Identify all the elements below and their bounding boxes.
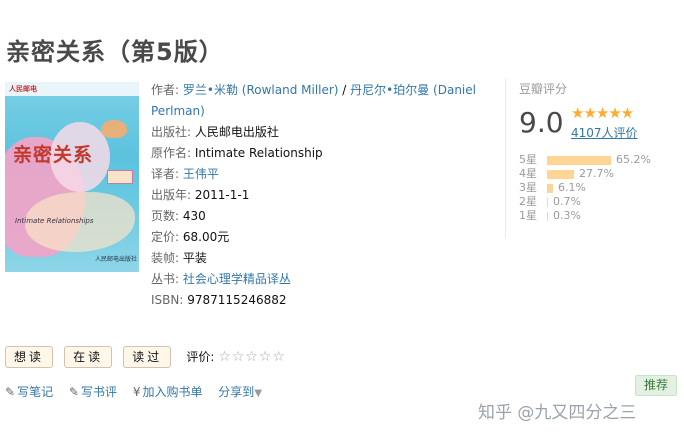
- rating-bar-4: [547, 169, 574, 179]
- translator-link[interactable]: 王伟平: [183, 167, 219, 181]
- author-link-2[interactable]: 丹尼尔•珀尔曼 (Daniel: [350, 83, 476, 97]
- price-row: 定价: 68.00元: [151, 230, 230, 244]
- rating-row-3: 3星 6.1%: [519, 181, 586, 194]
- rating-row-2: 2星 0.7%: [519, 195, 581, 208]
- rating-bar-2: [547, 197, 548, 207]
- write-note-link[interactable]: ✎ 写笔记: [5, 385, 53, 399]
- reading-button[interactable]: 在读: [64, 346, 113, 368]
- rating-row-4: 4星 27.7%: [519, 167, 614, 180]
- rating-bar-1: [547, 211, 548, 221]
- translator-row: 译者: 王伟平: [151, 167, 219, 181]
- rating-row-5: 5星 65.2%: [519, 153, 651, 166]
- cover-title: 亲密关系: [13, 144, 94, 166]
- pencil-icon: ✎: [68, 385, 79, 399]
- rating-star-icons[interactable]: ☆☆☆☆☆: [218, 349, 286, 365]
- author-row: 作者: 罗兰•米勒 (Rowland Miller) / 丹尼尔•珀尔曼 (Da…: [151, 83, 476, 97]
- year-row: 出版年: 2011-1-1: [151, 188, 250, 202]
- rating-distribution: 5星 65.2% 4星 27.7% 3星 6.1% 2星 0.7% 1星 0.3%: [519, 153, 651, 223]
- book-title: 亲密关系（第5版）: [6, 38, 224, 66]
- chevron-down-icon: ▼: [254, 388, 263, 399]
- rating-score: 9.0: [519, 106, 564, 139]
- cover-script: Intimate Relationships: [15, 217, 94, 225]
- divider: [505, 78, 506, 238]
- user-rating: 评价: ☆☆☆☆☆: [186, 349, 286, 365]
- rating-bar-5: [547, 155, 611, 165]
- action-links: ✎ 写笔记 ✎ 写书评 ¥ 加入购书单 分享到▼: [5, 383, 262, 400]
- cherub-illustration: [101, 120, 127, 138]
- watermark: 知乎 @九又四分之三: [478, 403, 637, 423]
- pencil-icon: ✎: [5, 385, 16, 399]
- author-link-1[interactable]: 罗兰•米勒 (Rowland Miller): [183, 83, 339, 97]
- yen-icon: ¥: [132, 385, 141, 399]
- series-link[interactable]: 社会心理学精品译丛: [183, 272, 291, 286]
- author-link-2-cont[interactable]: Perlman): [151, 104, 205, 118]
- binding-row: 装帧: 平装: [151, 251, 207, 265]
- rating-bar-3: [547, 183, 553, 193]
- cover-publisher: 人民邮电出版社: [95, 256, 138, 263]
- book-cover-image[interactable]: 人民邮电 亲密关系 Intimate Relationships 人民邮电出版社: [5, 82, 139, 272]
- share-dropdown[interactable]: 分享到▼: [218, 385, 262, 399]
- recommend-button[interactable]: 推荐: [635, 375, 678, 396]
- publisher-logo: 人民邮电: [9, 85, 37, 93]
- publisher-row: 出版社: 人民邮电出版社: [151, 125, 279, 139]
- pages-row: 页数: 430: [151, 209, 206, 223]
- isbn-row: ISBN: 9787115246882: [151, 293, 287, 307]
- write-review-link[interactable]: ✎ 写书评: [69, 385, 117, 399]
- rating-votes-link[interactable]: 4107人评价: [571, 124, 638, 141]
- original-title-row: 原作名: Intimate Relationship: [151, 146, 323, 160]
- want-to-read-button[interactable]: 想读: [5, 346, 54, 368]
- series-row: 丛书: 社会心理学精品译丛: [151, 272, 291, 286]
- rating-stars-icon: ★★★★★: [571, 104, 634, 122]
- rating-row-1: 1星 0.3%: [519, 209, 581, 222]
- read-button[interactable]: 读过: [123, 346, 172, 368]
- book-info: 作者: 罗兰•米勒 (Rowland Miller) / 丹尼尔•珀尔曼 (Da…: [151, 80, 491, 311]
- add-to-booklist-link[interactable]: ¥ 加入购书单: [133, 385, 203, 399]
- rating-heading: 豆瓣评分: [519, 82, 568, 96]
- reading-status-buttons: 想读 在读 读过 评价: ☆☆☆☆☆: [5, 346, 286, 368]
